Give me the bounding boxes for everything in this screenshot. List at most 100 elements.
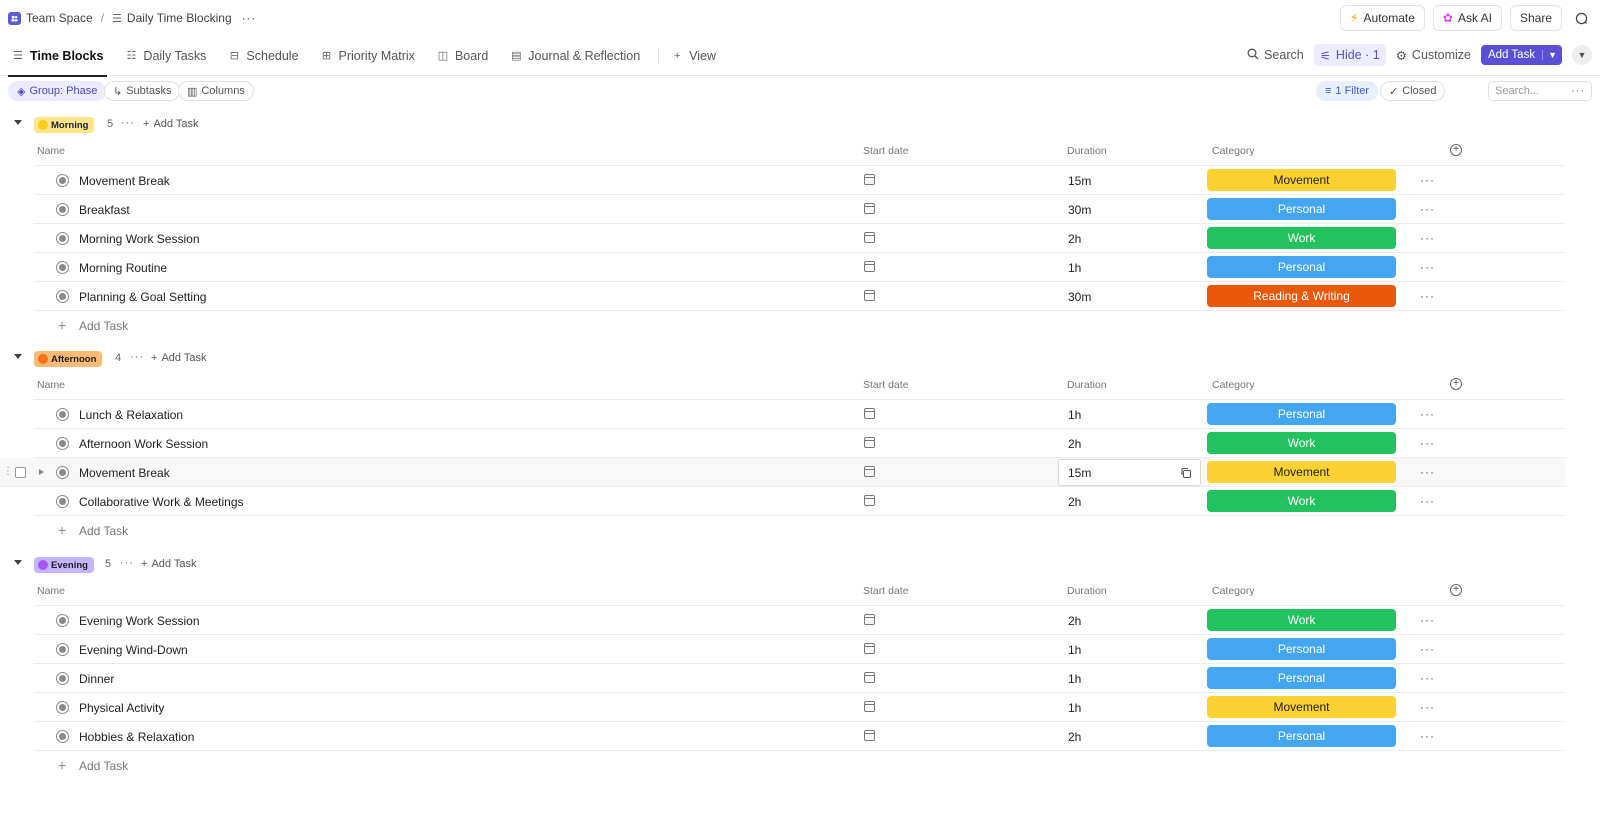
task-duration[interactable]: 15m xyxy=(1068,466,1091,480)
calendar-icon[interactable] xyxy=(864,232,875,243)
column-start-date[interactable]: Start date xyxy=(863,145,909,157)
task-row[interactable]: Hobbies & Relaxation 2h Personal ··· xyxy=(34,722,1565,751)
hide-button[interactable]: ⚟ Hide · 1 xyxy=(1313,44,1386,66)
calendar-icon[interactable] xyxy=(864,701,875,712)
column-category[interactable]: Category xyxy=(1212,145,1255,157)
calendar-icon[interactable] xyxy=(864,408,875,419)
task-duration[interactable]: 1h xyxy=(1068,701,1081,715)
add-column-icon[interactable]: + xyxy=(1450,144,1462,156)
row-more-icon[interactable]: ··· xyxy=(1420,289,1435,303)
category-tag[interactable]: Movement xyxy=(1207,169,1396,191)
task-row[interactable]: Morning Work Session 2h Work ··· xyxy=(34,224,1565,253)
add-column-icon[interactable]: + xyxy=(1450,584,1462,596)
task-name[interactable]: Planning & Goal Setting xyxy=(79,290,206,304)
ask-ai-button[interactable]: ✿ Ask AI xyxy=(1432,5,1502,31)
group-more-icon[interactable]: ··· xyxy=(130,351,144,363)
column-name[interactable]: Name xyxy=(37,145,65,157)
column-duration[interactable]: Duration xyxy=(1067,379,1107,391)
task-row[interactable]: ⋮⋮ Movement Break 15m Movement ··· xyxy=(0,458,1565,487)
category-tag[interactable]: Personal xyxy=(1207,638,1396,660)
add-task-row[interactable]: + Add Task xyxy=(34,751,1565,779)
task-duration[interactable]: 2h xyxy=(1068,730,1081,744)
task-row[interactable]: Afternoon Work Session 2h Work ··· xyxy=(34,429,1565,458)
column-name[interactable]: Name xyxy=(37,379,65,391)
row-more-icon[interactable]: ··· xyxy=(1420,231,1435,245)
task-row[interactable]: Movement Break 15m Movement ··· xyxy=(34,166,1565,195)
status-circle-icon[interactable] xyxy=(56,203,69,216)
status-circle-icon[interactable] xyxy=(56,232,69,245)
category-tag[interactable]: Personal xyxy=(1207,403,1396,425)
group-badge[interactable]: Afternoon xyxy=(34,351,103,367)
task-duration[interactable]: 2h xyxy=(1068,495,1081,509)
task-duration[interactable]: 1h xyxy=(1068,408,1081,422)
group-more-icon[interactable]: ··· xyxy=(121,117,135,129)
task-duration[interactable]: 2h xyxy=(1068,437,1081,451)
status-circle-icon[interactable] xyxy=(56,466,69,479)
task-name[interactable]: Dinner xyxy=(79,672,114,686)
filter-chip[interactable]: ≡ 1 Filter xyxy=(1316,81,1379,101)
row-more-icon[interactable]: ··· xyxy=(1420,202,1435,216)
more-icon[interactable]: ··· xyxy=(1571,85,1585,97)
calendar-icon[interactable] xyxy=(864,261,875,272)
tab-time-blocks[interactable]: ☰ Time Blocks xyxy=(8,36,108,77)
category-tag[interactable]: Personal xyxy=(1207,725,1396,747)
task-name[interactable]: Morning Work Session xyxy=(79,232,200,246)
add-task-row[interactable]: + Add Task xyxy=(34,311,1565,339)
automate-button[interactable]: ⚡ Automate xyxy=(1340,5,1425,31)
add-task-button[interactable]: Add Task ▼ xyxy=(1480,45,1562,65)
row-more-icon[interactable]: ··· xyxy=(1420,642,1435,656)
group-badge[interactable]: Evening xyxy=(34,557,94,573)
task-duration[interactable]: 30m xyxy=(1068,290,1091,304)
chevron-down-icon[interactable]: ▼ xyxy=(1542,50,1562,60)
status-circle-icon[interactable] xyxy=(56,437,69,450)
status-circle-icon[interactable] xyxy=(56,643,69,656)
task-row[interactable]: Lunch & Relaxation 1h Personal ··· xyxy=(34,400,1565,429)
task-row[interactable]: Collaborative Work & Meetings 2h Work ··· xyxy=(34,487,1565,516)
collapse-caret-icon[interactable] xyxy=(14,560,22,565)
category-tag[interactable]: Work xyxy=(1207,227,1396,249)
task-duration[interactable]: 2h xyxy=(1068,232,1081,246)
list-search-input[interactable]: Search... ··· xyxy=(1488,81,1592,101)
category-tag[interactable]: Movement xyxy=(1207,461,1396,483)
task-name[interactable]: Physical Activity xyxy=(79,701,164,715)
tab-schedule[interactable]: ⊟ Schedule xyxy=(224,36,302,76)
group-by-chip[interactable]: ◈ Group: Phase xyxy=(8,81,107,101)
status-circle-icon[interactable] xyxy=(56,701,69,714)
status-circle-icon[interactable] xyxy=(56,730,69,743)
task-name[interactable]: Evening Work Session xyxy=(79,614,200,628)
task-name[interactable]: Breakfast xyxy=(79,203,130,217)
row-more-icon[interactable]: ··· xyxy=(1420,407,1435,421)
group-add-task-button[interactable]: + Add Task xyxy=(141,558,197,570)
calendar-icon[interactable] xyxy=(864,203,875,214)
status-circle-icon[interactable] xyxy=(56,174,69,187)
copy-icon[interactable] xyxy=(1180,467,1192,479)
task-name[interactable]: Lunch & Relaxation xyxy=(79,408,183,422)
calendar-icon[interactable] xyxy=(864,614,875,625)
column-category[interactable]: Category xyxy=(1212,379,1255,391)
breadcrumb-list[interactable]: Daily Time Blocking xyxy=(127,11,232,25)
category-tag[interactable]: Personal xyxy=(1207,667,1396,689)
calendar-icon[interactable] xyxy=(864,672,875,683)
tab-board[interactable]: ◫ Board xyxy=(433,36,492,76)
tab-daily-tasks[interactable]: ☷ Daily Tasks xyxy=(121,36,210,76)
column-category[interactable]: Category xyxy=(1212,585,1255,597)
share-button[interactable]: Share xyxy=(1509,5,1562,31)
collapse-chevron-icon[interactable]: ▼ xyxy=(1572,45,1592,65)
calendar-icon[interactable] xyxy=(864,290,875,301)
tab-journal[interactable]: ▤ Journal & Reflection xyxy=(506,36,644,76)
group-more-icon[interactable]: ··· xyxy=(120,557,134,569)
calendar-icon[interactable] xyxy=(864,437,875,448)
customize-button[interactable]: ⚙ Customize xyxy=(1396,44,1471,66)
row-checkbox[interactable] xyxy=(15,467,26,478)
task-name[interactable]: Afternoon Work Session xyxy=(79,437,208,451)
category-tag[interactable]: Personal xyxy=(1207,256,1396,278)
task-row[interactable]: Morning Routine 1h Personal ··· xyxy=(34,253,1565,282)
calendar-icon[interactable] xyxy=(864,643,875,654)
status-circle-icon[interactable] xyxy=(56,408,69,421)
tab-priority-matrix[interactable]: ⊞ Priority Matrix xyxy=(317,36,419,76)
column-start-date[interactable]: Start date xyxy=(863,379,909,391)
columns-chip[interactable]: ▥ Columns xyxy=(178,81,254,101)
calendar-icon[interactable] xyxy=(864,730,875,741)
task-name[interactable]: Collaborative Work & Meetings xyxy=(79,495,244,509)
category-tag[interactable]: Work xyxy=(1207,432,1396,454)
